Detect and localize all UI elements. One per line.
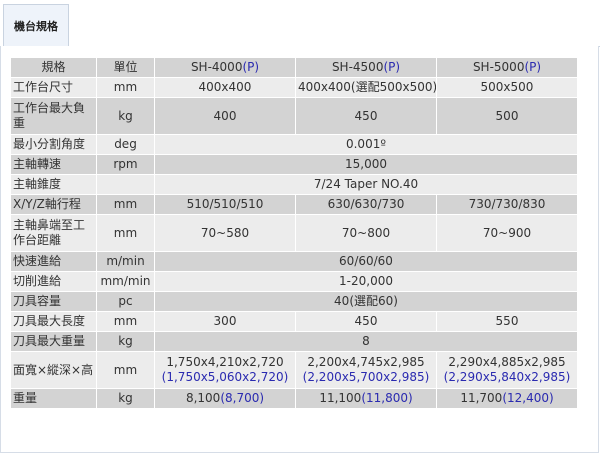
row-value: 730/730/830 <box>436 194 578 215</box>
table-row: 面寬×縱深×高 mm 1,750x4,210x2,720 (1,750x5,060… <box>10 351 578 389</box>
row-unit: pc <box>96 291 155 312</box>
row-value: 1-20,000 <box>154 271 578 292</box>
row-unit: mm <box>96 214 155 252</box>
tab-bar: 機台規格 <box>0 0 600 47</box>
row-label: 刀具容量 <box>10 291 97 312</box>
row-value: 8 <box>154 331 578 352</box>
row-value: 510/510/510 <box>154 194 296 215</box>
row-unit: mm <box>96 194 155 215</box>
row-value: 550 <box>436 311 578 332</box>
spec-table: 規格 單位 SH-4000(P) SH-4500(P) SH-5000(P) 工… <box>10 57 578 409</box>
row-label: 最小分割角度 <box>10 134 97 155</box>
table-row: 重量 kg 8,100(8,700) 11,100(11,800) 11,700… <box>10 388 578 409</box>
row-label: 主軸轉速 <box>10 154 97 175</box>
row-value: 11,700(12,400) <box>436 388 578 409</box>
row-value: 450 <box>295 97 437 135</box>
row-label: 切削進給 <box>10 271 97 292</box>
table-row: 切削進給 mm/min 1-20,000 <box>10 271 578 292</box>
row-unit: kg <box>96 331 155 352</box>
row-label: 刀具最大長度 <box>10 311 97 332</box>
row-label: 工作台最大負重 <box>10 97 97 135</box>
row-value: 450 <box>295 311 437 332</box>
header-unit: 單位 <box>96 57 155 78</box>
tab-label: 機台規格 <box>14 19 58 33</box>
row-value: 400 <box>154 97 296 135</box>
row-value: 40(選配60) <box>154 291 578 312</box>
table-row: 主軸轉速 rpm 15,000 <box>10 154 578 175</box>
row-value: 1,750x4,210x2,720 (1,750x5,060x2,720) <box>154 351 296 389</box>
row-label: X/Y/Z軸行程 <box>10 194 97 215</box>
table-row: 刀具最大長度 mm 300 450 550 <box>10 311 578 332</box>
row-value: 60/60/60 <box>154 251 578 272</box>
row-unit: rpm <box>96 154 155 175</box>
row-value: 300 <box>154 311 296 332</box>
table-row: 刀具最大重量 kg 8 <box>10 331 578 352</box>
header-spec: 規格 <box>10 57 97 78</box>
row-value: 2,200x4,745x2,985 (2,200x5,700x2,985) <box>295 351 437 389</box>
row-value: 15,000 <box>154 154 578 175</box>
row-value: 0.001º <box>154 134 578 155</box>
table-row: 工作台尺寸 mm 400x400 400x400(選配500x500) 500x… <box>10 77 578 98</box>
tab-machine-spec[interactable]: 機台規格 <box>3 4 69 46</box>
table-row: 主軸鼻端至工作台距離 mm 70~580 70~800 70~900 <box>10 214 578 252</box>
row-value: 70~900 <box>436 214 578 252</box>
row-label: 重量 <box>10 388 97 409</box>
row-value: 11,100(11,800) <box>295 388 437 409</box>
row-unit: deg <box>96 134 155 155</box>
row-value: 70~800 <box>295 214 437 252</box>
row-value: 630/630/730 <box>295 194 437 215</box>
row-value: 400x400(選配500x500) <box>295 77 437 98</box>
table-row: 刀具容量 pc 40(選配60) <box>10 291 578 312</box>
row-label: 工作台尺寸 <box>10 77 97 98</box>
row-value: 2,290x4,885x2,985 (2,290x5,840x2,985) <box>436 351 578 389</box>
row-value: 7/24 Taper NO.40 <box>154 174 578 195</box>
table-row: X/Y/Z軸行程 mm 510/510/510 630/630/730 730/… <box>10 194 578 215</box>
row-label: 面寬×縱深×高 <box>10 351 97 389</box>
row-label: 刀具最大重量 <box>10 331 97 352</box>
table-header-row: 規格 單位 SH-4000(P) SH-4500(P) SH-5000(P) <box>10 57 578 78</box>
row-value: 70~580 <box>154 214 296 252</box>
header-model-2: SH-4500(P) <box>295 57 437 78</box>
row-unit: mm <box>96 77 155 98</box>
row-unit: mm/min <box>96 271 155 292</box>
table-row: 工作台最大負重 kg 400 450 500 <box>10 97 578 135</box>
row-value: 8,100(8,700) <box>154 388 296 409</box>
table-row: 快速進給 m/min 60/60/60 <box>10 251 578 272</box>
header-model-3: SH-5000(P) <box>436 57 578 78</box>
row-value: 500 <box>436 97 578 135</box>
row-label: 主軸錐度 <box>10 174 97 195</box>
row-value: 500x500 <box>436 77 578 98</box>
row-label: 快速進給 <box>10 251 97 272</box>
header-model-1: SH-4000(P) <box>154 57 296 78</box>
row-label: 主軸鼻端至工作台距離 <box>10 214 97 252</box>
table-row: 主軸錐度 7/24 Taper NO.40 <box>10 174 578 195</box>
row-unit: mm <box>96 311 155 332</box>
row-unit: m/min <box>96 251 155 272</box>
row-unit: kg <box>96 97 155 135</box>
row-unit <box>96 174 155 195</box>
row-unit: kg <box>96 388 155 409</box>
row-unit: mm <box>96 351 155 389</box>
row-value: 400x400 <box>154 77 296 98</box>
table-row: 最小分割角度 deg 0.001º <box>10 134 578 155</box>
